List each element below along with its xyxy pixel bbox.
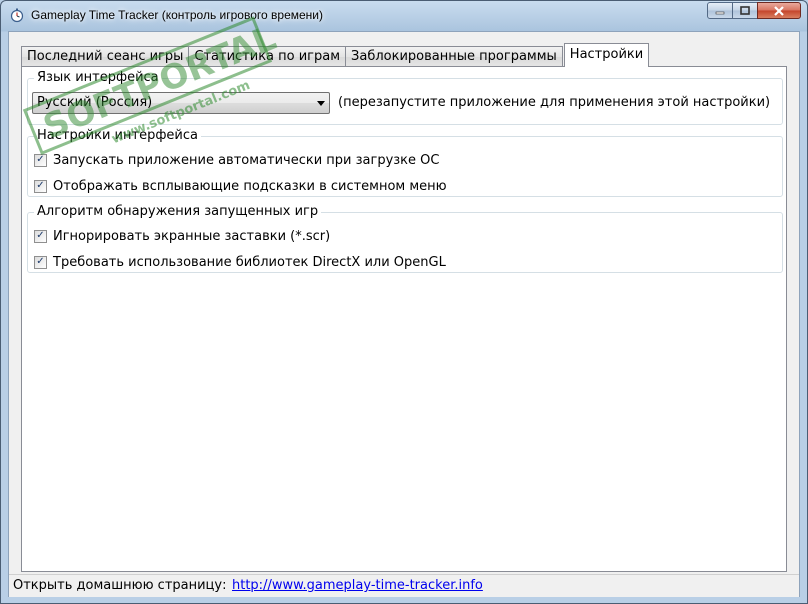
window-title: Gameplay Time Tracker (контроль игрового… [31, 8, 323, 22]
detection-group: Алгоритм обнаружения запущенных игр ✓ Иг… [27, 205, 783, 273]
tab-last-session[interactable]: Последний сеанс игры [21, 46, 190, 67]
language-group: Язык интерфейса Русский (Россия) (переза… [27, 71, 783, 125]
language-select[interactable]: Русский (Россия) [32, 92, 330, 114]
stopwatch-icon [10, 8, 24, 23]
client-area: Последний сеанс игры Статистика по играм… [8, 31, 800, 597]
require-directx-label: Требовать использование библиотек Direct… [53, 254, 446, 270]
detection-group-legend: Алгоритм обнаружения запущенных игр [37, 204, 319, 219]
autostart-checkbox[interactable]: ✓ [34, 153, 47, 167]
ignore-screensavers-label: Игнорировать экранные заставки (*.scr) [53, 228, 331, 244]
interface-group: Настройки интерфейса ✓ Запускать приложе… [27, 129, 783, 197]
tray-tooltips-option[interactable]: ✓ Отображать всплывающие подсказки в сис… [34, 177, 447, 195]
maximize-button[interactable] [732, 2, 758, 19]
tab-strip: Последний сеанс игры Статистика по играм… [21, 43, 650, 67]
settings-panel: Язык интерфейса Русский (Россия) (переза… [21, 66, 787, 572]
language-select-value: Русский (Россия) [37, 95, 153, 110]
interface-group-legend: Настройки интерфейса [37, 128, 198, 143]
ignore-screensavers-checkbox[interactable]: ✓ [34, 229, 47, 243]
homepage-link[interactable]: http://www.gameplay-time-tracker.info [232, 578, 483, 593]
close-button[interactable] [757, 2, 801, 19]
minimize-icon [715, 11, 725, 14]
language-group-legend: Язык интерфейса [37, 70, 159, 85]
tray-tooltips-checkbox[interactable]: ✓ [34, 179, 47, 193]
chevron-down-icon [317, 101, 325, 106]
ignore-screensavers-option[interactable]: ✓ Игнорировать экранные заставки (*.scr) [34, 227, 330, 245]
autostart-option[interactable]: ✓ Запускать приложение автоматически при… [34, 151, 439, 169]
caption-buttons [707, 2, 801, 20]
maximize-icon [740, 6, 750, 15]
require-directx-checkbox[interactable]: ✓ [34, 255, 47, 269]
tab-settings[interactable]: Настройки [563, 43, 650, 67]
tray-tooltips-label: Отображать всплывающие подсказки в систе… [53, 178, 447, 194]
require-directx-option[interactable]: ✓ Требовать использование библиотек Dire… [34, 253, 446, 271]
homepage-label: Открыть домашнюю страницу: [13, 578, 227, 593]
close-icon [774, 5, 784, 16]
status-bar: Открыть домашнюю страницу: http://www.ga… [9, 574, 799, 597]
tab-blocked-programs[interactable]: Заблокированные программы [345, 46, 563, 67]
app-window: Gameplay Time Tracker (контроль игрового… [0, 0, 808, 604]
tab-game-statistics[interactable]: Статистика по играм [188, 46, 347, 67]
title-bar[interactable]: Gameplay Time Tracker (контроль игрового… [1, 1, 807, 29]
autostart-label: Запускать приложение автоматически при з… [53, 152, 440, 168]
restart-hint: (перезапустите приложение для применения… [338, 95, 771, 110]
minimize-button[interactable] [707, 2, 733, 19]
